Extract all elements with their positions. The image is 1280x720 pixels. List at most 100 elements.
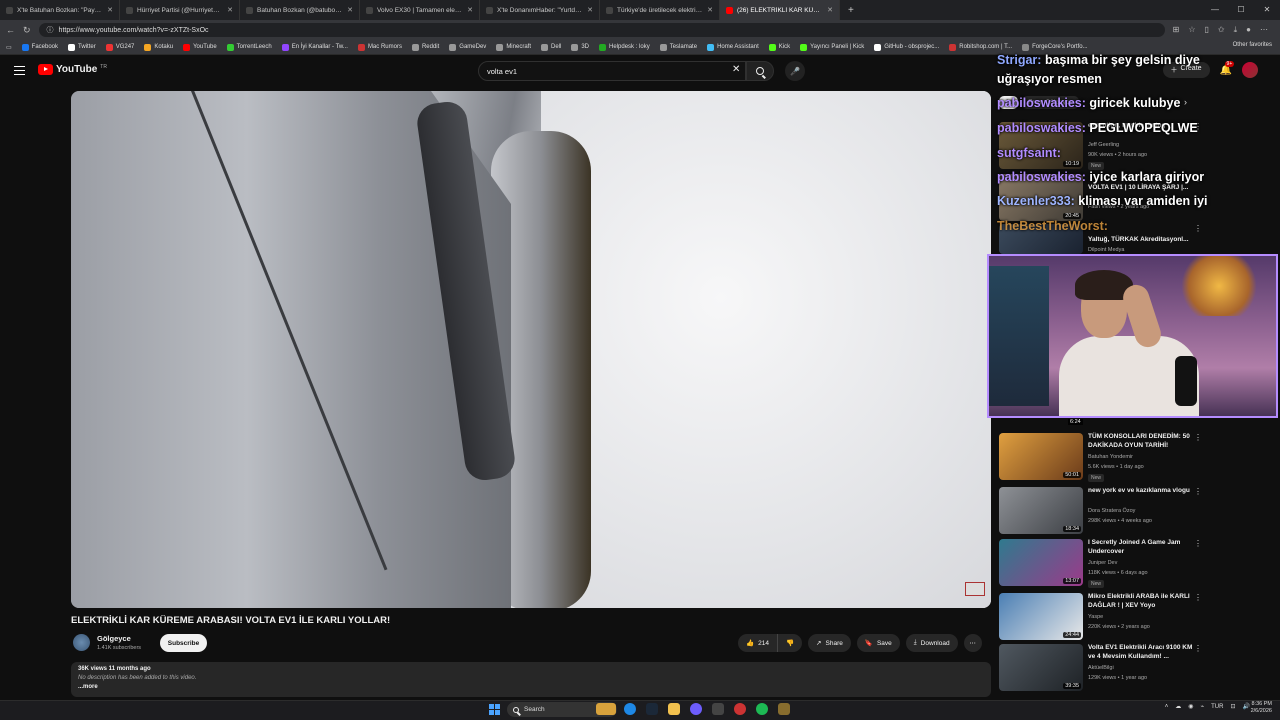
other-favorites[interactable]: Other favorites bbox=[1233, 42, 1272, 48]
chip-all[interactable]: All bbox=[999, 96, 1019, 109]
video-thumbnail[interactable]: 39:35 bbox=[999, 644, 1083, 691]
browser-tab-active[interactable]: (26) ELEKTRİKLİ KAR KÜREME...✕ bbox=[720, 0, 840, 20]
recommendation-item[interactable]: Yaltuğ, TÜRKAK Akreditasyonl... Dilpoint… bbox=[999, 224, 1279, 254]
video-thumbnail[interactable]: 18:34 bbox=[999, 487, 1083, 534]
recommendation-channel[interactable]: Yaspe bbox=[1088, 614, 1103, 620]
video-thumbnail[interactable]: 20:45 bbox=[999, 174, 1083, 221]
bookmark[interactable]: Kick bbox=[768, 43, 790, 51]
chevron-right-icon[interactable]: › bbox=[1184, 97, 1187, 107]
close-tab-icon[interactable]: ✕ bbox=[467, 6, 473, 14]
recommendation-title[interactable]: I Secretly Joined A Game Jam Undercover bbox=[1088, 539, 1198, 556]
notifications-button[interactable]: 🔔 9+ bbox=[1220, 60, 1235, 76]
browser-tab[interactable]: Hürriyet Partisi (@HurriyetPartiIl) ✕ bbox=[120, 0, 240, 20]
youtube-logo[interactable]: YouTube TR bbox=[38, 64, 107, 75]
bookmark-folder[interactable]: Reddit bbox=[411, 43, 439, 51]
close-tab-icon[interactable]: ✕ bbox=[347, 6, 353, 14]
recommendation-channel[interactable]: Dora Stratera Özoy bbox=[1088, 508, 1135, 514]
taskbar-clock[interactable]: 8:36 PM 2/6/2026 bbox=[1251, 701, 1272, 715]
close-tab-icon[interactable]: ✕ bbox=[827, 6, 833, 14]
recommendation-title[interactable]: TÜM KONSOLLARI DENEDİM: 50 DAKİKADA OYUN… bbox=[1088, 433, 1198, 450]
url-field[interactable]: ⓘ https://www.youtube.com/watch?v=-zXTZt… bbox=[38, 23, 1165, 37]
download-button[interactable]: ⤓ Download bbox=[905, 634, 958, 652]
recommendation-title[interactable]: new york ev ve kazıklanma vlogu bbox=[1088, 487, 1198, 496]
bookmark[interactable]: YouTube bbox=[183, 43, 217, 51]
more-vertical-icon[interactable]: ⋮ bbox=[1194, 539, 1202, 548]
network-icon[interactable]: ⊡ bbox=[1230, 703, 1235, 710]
cloud-icon[interactable]: ☁ bbox=[1175, 703, 1181, 710]
recommendation-channel[interactable]: Jeff Geerling bbox=[1088, 142, 1119, 148]
bookmark[interactable]: Facebook bbox=[21, 43, 58, 51]
recommendation-item[interactable]: 50:01 TÜM KONSOLLARI DENEDİM: 50 DAKİKAD… bbox=[999, 433, 1279, 483]
close-tab-icon[interactable]: ✕ bbox=[227, 6, 233, 14]
video-thumbnail[interactable]: 10:19 bbox=[999, 122, 1083, 169]
file-explorer-icon[interactable] bbox=[668, 703, 680, 715]
close-tab-icon[interactable]: ✕ bbox=[107, 6, 113, 14]
more-vertical-icon[interactable]: ⋮ bbox=[1194, 122, 1202, 131]
recommendation-item[interactable]: 13:07 I Secretly Joined A Game Jam Under… bbox=[999, 539, 1279, 589]
channel-name[interactable]: Gölgeyce bbox=[97, 634, 131, 643]
browser-tab[interactable]: Batuhan Bozkan (@batubozkan) / ...✕ bbox=[240, 0, 360, 20]
close-tab-icon[interactable]: ✕ bbox=[587, 6, 593, 14]
recommendation-title[interactable]: VOLTA EV1 | 10 LİRAYA ŞARJ |... bbox=[1088, 184, 1198, 193]
show-more-link[interactable]: ...more bbox=[78, 684, 984, 690]
voice-search-button[interactable]: 🎤 bbox=[785, 61, 805, 81]
more-vertical-icon[interactable]: ⋮ bbox=[1194, 433, 1202, 442]
bookmark[interactable]: Kotaku bbox=[144, 43, 173, 51]
widget-icon[interactable] bbox=[596, 703, 616, 715]
channel-avatar[interactable] bbox=[73, 634, 90, 651]
menu-hamburger-icon[interactable] bbox=[14, 66, 25, 75]
discord-icon[interactable] bbox=[690, 703, 702, 715]
more-vertical-icon[interactable]: ⋮ bbox=[1194, 593, 1202, 602]
bookmark[interactable]: TorrentLeech bbox=[226, 43, 272, 51]
bookmark[interactable]: Yayıncı Paneli | Kick bbox=[800, 43, 864, 51]
channel-watermark[interactable] bbox=[965, 582, 985, 596]
bookmark-folder[interactable]: Teslamate bbox=[659, 43, 697, 51]
video-player[interactable] bbox=[71, 91, 991, 608]
favorites-icon[interactable]: ✩ bbox=[1218, 25, 1225, 35]
more-vertical-icon[interactable]: ⋮ bbox=[1194, 487, 1202, 496]
dislike-button[interactable]: 👎 bbox=[777, 634, 803, 652]
app-icon[interactable] bbox=[734, 703, 746, 715]
back-icon[interactable]: ← bbox=[6, 25, 15, 35]
app-icon[interactable] bbox=[778, 703, 790, 715]
more-vertical-icon[interactable]: ⋮ bbox=[1194, 174, 1202, 183]
minimize-icon[interactable]: — bbox=[1202, 0, 1228, 20]
bookmark[interactable]: ForgeCore's Portfo... bbox=[1022, 43, 1088, 51]
obs-icon[interactable] bbox=[712, 703, 724, 715]
chip-from-channel[interactable]: From Gölgeyce bbox=[1022, 96, 1079, 109]
bookmark[interactable]: Helpdesk : loky bbox=[599, 43, 650, 51]
bookmark[interactable]: GitHub - obsprojec... bbox=[874, 43, 939, 51]
spotify-icon[interactable] bbox=[756, 703, 768, 715]
reload-icon[interactable]: ↻ bbox=[23, 25, 31, 36]
recommendation-item[interactable]: 24:44 Mikro Elektrikli ARABA ile KARLI D… bbox=[999, 593, 1279, 643]
sidebar-icon[interactable]: ▯ bbox=[1205, 25, 1209, 35]
description-box[interactable]: 36K views 11 months ago No description h… bbox=[71, 662, 991, 697]
video-thumbnail[interactable]: 50:01 bbox=[999, 433, 1083, 480]
recommendation-channel[interactable]: AktüelBilgi bbox=[1088, 665, 1114, 671]
menu-icon[interactable]: ⋯ bbox=[1260, 25, 1268, 35]
download-icon[interactable]: ⤓ bbox=[1234, 25, 1238, 35]
recommendation-channel[interactable]: Batuhan Yondemir bbox=[1088, 454, 1133, 460]
profile-icon[interactable]: ● bbox=[1246, 25, 1251, 35]
close-window-icon[interactable]: ✕ bbox=[1254, 0, 1280, 20]
account-avatar[interactable] bbox=[1242, 62, 1258, 78]
bookmark[interactable]: Robitshop.com | T... bbox=[949, 43, 1012, 51]
recommendation-channel[interactable]: Juniper Dev bbox=[1088, 560, 1117, 566]
browser-tab[interactable]: Volvo EX30 | Tamamen elektrikli k...✕ bbox=[360, 0, 480, 20]
recommendation-title[interactable]: Mikro Elektrikli ARABA ile KARLI DAĞLAR … bbox=[1088, 593, 1198, 610]
browser-tab[interactable]: X'te DonanımHaber: "Yurtdışı... ✕ bbox=[480, 0, 600, 20]
recommendation-title[interactable]: execution, terrible timing bbox=[1088, 122, 1198, 131]
bookmark[interactable]: Home Assistant bbox=[707, 43, 759, 51]
video-thumbnail[interactable]: 13:07 bbox=[999, 539, 1083, 586]
subscribe-button[interactable]: Subscribe bbox=[160, 634, 207, 652]
wifi-icon[interactable]: ◉ bbox=[1188, 703, 1193, 710]
recommendation-item[interactable]: 39:35 Volta EV1 Elektrikli Aracı 9100 KM… bbox=[999, 644, 1279, 694]
recommendation-title[interactable]: Yaltuğ, TÜRKAK Akreditasyonl... bbox=[1088, 236, 1198, 245]
volume-icon[interactable]: 🔊 bbox=[1243, 703, 1250, 710]
save-button[interactable]: 🔖 Save bbox=[856, 634, 900, 652]
recommendation-item[interactable]: 18:34 new york ev ve kazıklanma vlogu Do… bbox=[999, 487, 1279, 537]
search-button[interactable] bbox=[746, 61, 774, 81]
more-actions-button[interactable]: ⋯ bbox=[963, 634, 982, 652]
recommendation-channel[interactable]: Dilpoint Medya bbox=[1088, 247, 1124, 253]
edge-icon[interactable] bbox=[624, 703, 636, 715]
